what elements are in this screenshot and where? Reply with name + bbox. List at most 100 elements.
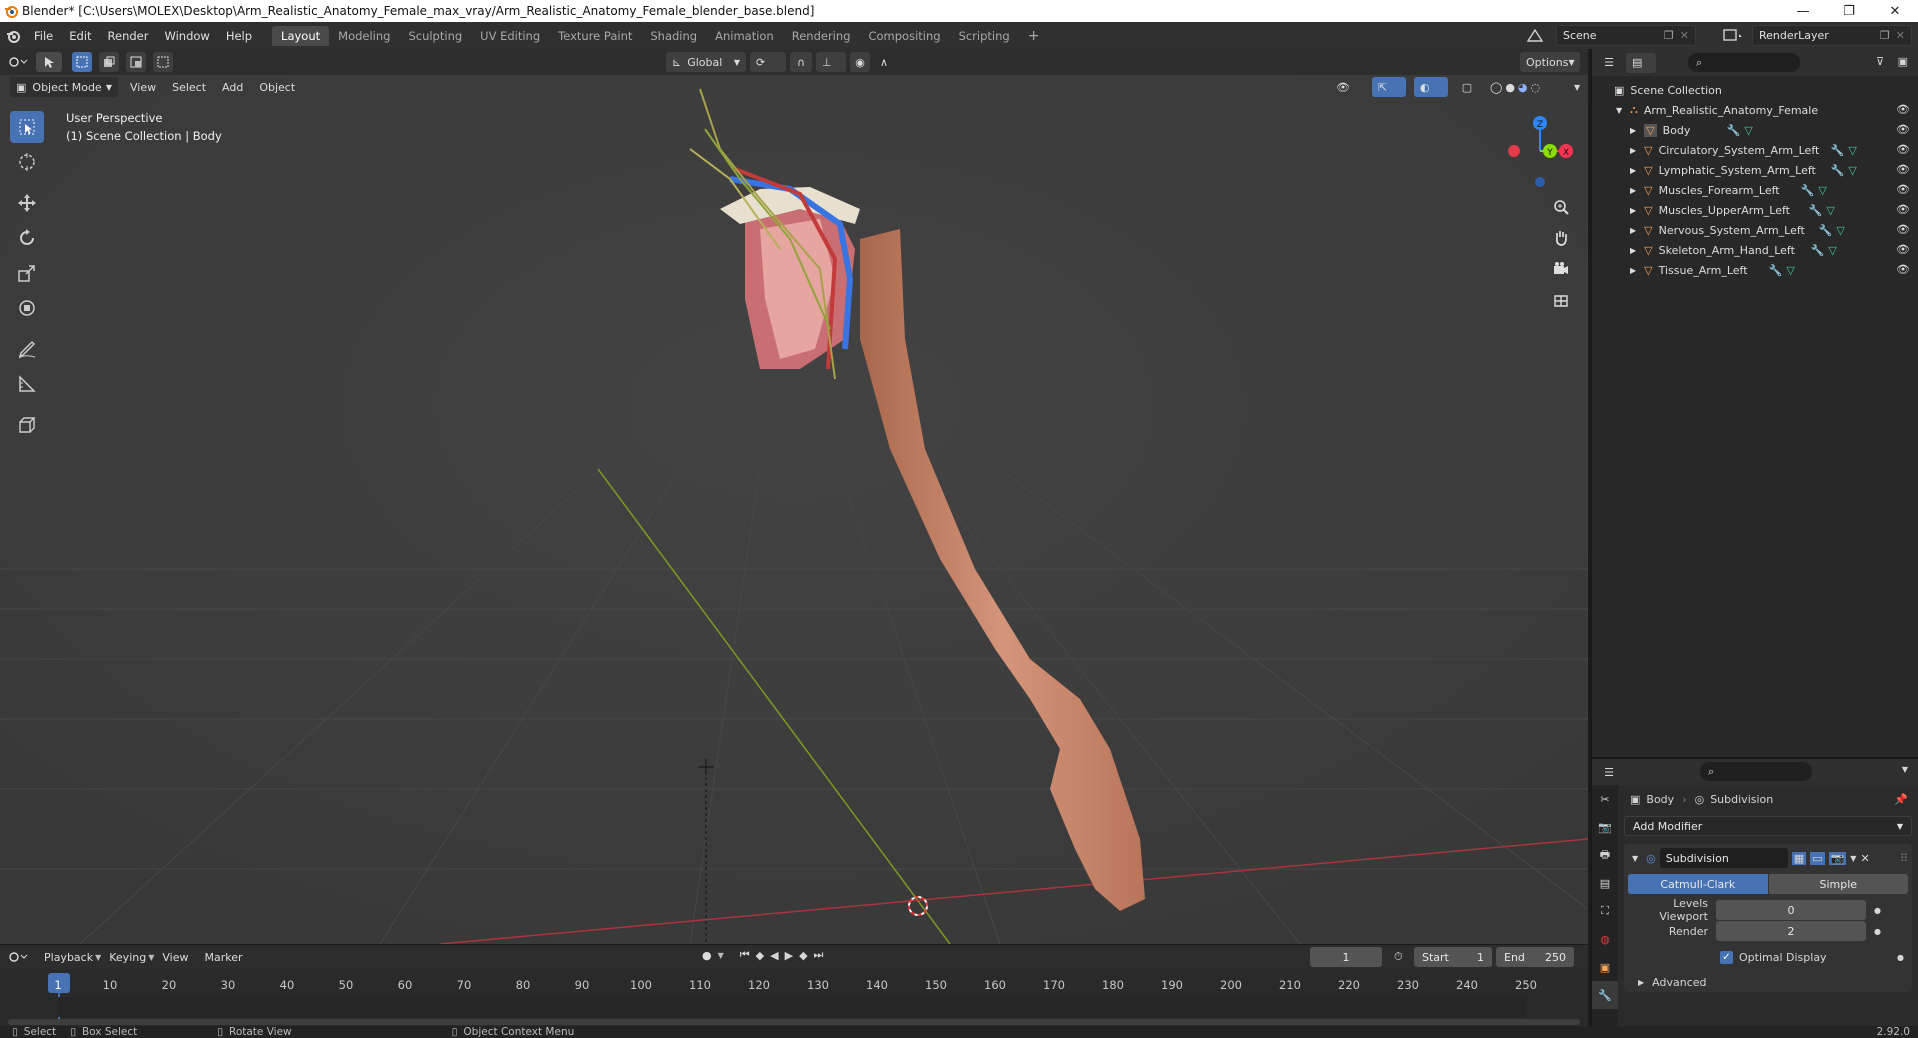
tab-modeling[interactable]: Modeling: [329, 26, 399, 46]
expand-right-icon[interactable]: ▶: [1630, 186, 1636, 195]
auto-keying-icon[interactable]: ●: [702, 949, 712, 962]
menu-help[interactable]: Help: [218, 29, 260, 43]
solid-shading-icon[interactable]: ●: [1505, 81, 1515, 94]
select-tool-icon[interactable]: [10, 111, 44, 143]
optimal-display-checkbox[interactable]: ✓: [1720, 950, 1733, 964]
catmull-clark-button[interactable]: Catmull-Clark: [1628, 874, 1768, 894]
scene-copy-icon[interactable]: ❐: [1664, 29, 1674, 42]
tab-scripting[interactable]: Scripting: [950, 26, 1019, 46]
edit-mode-toggle-icon[interactable]: ▦: [1791, 851, 1807, 865]
modifier-name-field[interactable]: Subdivision: [1659, 848, 1788, 868]
stopwatch-icon[interactable]: ⏱: [1394, 950, 1403, 964]
expand-right-icon[interactable]: ▶: [1630, 146, 1636, 155]
menu-edit[interactable]: Edit: [61, 29, 99, 43]
menu-window[interactable]: Window: [156, 29, 217, 43]
viewport-menu-add[interactable]: Add: [214, 81, 251, 94]
rendered-shading-icon[interactable]: ◌: [1531, 81, 1541, 94]
tab-view-layer-icon[interactable]: ▤: [1592, 869, 1618, 897]
filter-icon[interactable]: ⊽: [1876, 55, 1884, 68]
zoom-icon[interactable]: [1548, 194, 1574, 220]
measure-tool-icon[interactable]: [10, 368, 44, 400]
pivot-point-icon[interactable]: ⟳: [750, 52, 786, 72]
annotate-tool-icon[interactable]: [10, 333, 44, 365]
jump-start-icon[interactable]: ⏮: [740, 948, 750, 962]
view-layer-icon[interactable]: [1722, 27, 1744, 46]
view-layer-remove-icon[interactable]: ✕: [1896, 29, 1905, 42]
tab-texture-paint[interactable]: Texture Paint: [549, 26, 641, 46]
timeline-menu-keying[interactable]: Keying: [101, 951, 154, 964]
outliner-row-object[interactable]: ▶ ▽ Muscles_Forearm_Left 🔧 ▽ 👁: [1592, 180, 1918, 200]
timeline-menu-marker[interactable]: Marker: [196, 951, 250, 964]
transform-orientation-dropdown[interactable]: ⊾ Global ▼: [666, 52, 746, 72]
expand-right-icon[interactable]: ▶: [1630, 246, 1636, 255]
maximize-button[interactable]: ❐: [1826, 0, 1872, 22]
shading-options-chevron-icon[interactable]: ▼: [1574, 83, 1580, 92]
visibility-eye-icon[interactable]: 👁: [1896, 123, 1910, 136]
visibility-eye-icon[interactable]: 👁: [1896, 103, 1910, 116]
expand-right-icon[interactable]: ▶: [1630, 266, 1636, 275]
viewport-menu-object[interactable]: Object: [251, 81, 303, 94]
visibility-eye-icon[interactable]: 👁: [1896, 183, 1910, 196]
advanced-subpanel-header[interactable]: ▶ Advanced: [1628, 973, 1908, 991]
visibility-eye-icon[interactable]: 👁: [1896, 163, 1910, 176]
keyframe-dot-icon[interactable]: ●: [1874, 906, 1881, 915]
viewport-menu-select[interactable]: Select: [164, 81, 214, 94]
drag-handle-icon[interactable]: ⠿: [1900, 852, 1908, 865]
outliner-row-object[interactable]: ▶ ▽ Lymphatic_System_Arm_Left 🔧 ▽ 👁: [1592, 160, 1918, 180]
3d-viewport[interactable]: ⊾ Global ▼ ⟳ ∩ ⊥ ◉ ∧ Options ▼ ▣ Object …: [0, 49, 1588, 944]
jump-keyframe-forward-icon[interactable]: ◆: [799, 949, 807, 962]
keyframe-dot-icon[interactable]: ●: [1897, 953, 1904, 962]
add-cube-tool-icon[interactable]: [10, 409, 44, 441]
outliner-row-scene-collection[interactable]: ▣ Scene Collection: [1592, 80, 1918, 100]
proportional-falloff-icon[interactable]: ∧: [874, 52, 904, 72]
navigation-gizmo[interactable]: Z X Y: [1500, 111, 1580, 191]
close-window-button[interactable]: ✕: [1872, 0, 1918, 22]
outliner-row-object[interactable]: ▶ ▽ Circulatory_System_Arm_Left 🔧 ▽ 👁: [1592, 140, 1918, 160]
tab-rendering[interactable]: Rendering: [783, 26, 860, 46]
tab-render-icon[interactable]: 📷: [1592, 813, 1618, 841]
select-mode-icon[interactable]: [36, 52, 62, 72]
visibility-eye-icon[interactable]: 👁: [1896, 203, 1910, 216]
proportional-editing-icon[interactable]: ◉: [850, 52, 870, 72]
play-icon[interactable]: ▶: [785, 949, 793, 962]
viewport-toggle-icon[interactable]: ▭: [1810, 851, 1825, 865]
tab-layout[interactable]: Layout: [272, 25, 330, 46]
jump-keyframe-back-icon[interactable]: ◆: [756, 949, 764, 962]
tab-output-icon[interactable]: 🖶: [1592, 841, 1618, 869]
expand-down-icon[interactable]: ▼: [1616, 106, 1622, 115]
visibility-eye-icon[interactable]: 👁: [1896, 223, 1910, 236]
tab-shading[interactable]: Shading: [641, 26, 706, 46]
tab-scene-icon[interactable]: ⛶: [1592, 897, 1618, 925]
pin-icon[interactable]: 📌: [1894, 793, 1908, 806]
select-subtract-icon[interactable]: [126, 52, 146, 72]
outliner-row-collection[interactable]: ▼ ⛬ Arm_Realistic_Anatomy_Female 👁: [1592, 100, 1918, 120]
ortho-toggle-icon[interactable]: [1548, 287, 1574, 313]
expand-right-icon[interactable]: ▶: [1630, 206, 1636, 215]
options-dropdown[interactable]: Options ▼: [1520, 52, 1580, 72]
select-extend-icon[interactable]: [99, 52, 119, 72]
minimize-button[interactable]: —: [1780, 0, 1826, 22]
collapse-modifier-icon[interactable]: ▼: [1632, 854, 1638, 863]
new-collection-icon[interactable]: ▣: [1898, 55, 1908, 68]
outliner-row-object[interactable]: ▶ ▽ Skeleton_Arm_Hand_Left 🔧 ▽ 👁: [1592, 240, 1918, 260]
material-shading-icon[interactable]: ◕: [1518, 81, 1528, 94]
levels-viewport-field[interactable]: 0: [1716, 900, 1866, 920]
mode-dropdown[interactable]: ▣ Object Mode ▼: [10, 77, 118, 97]
chevron-down-icon[interactable]: ▼: [1902, 765, 1908, 774]
scale-tool-icon[interactable]: [10, 257, 44, 289]
gizmo-toggle-icon[interactable]: ⇱: [1372, 77, 1406, 97]
overlays-toggle-icon[interactable]: ◐: [1414, 77, 1448, 97]
snap-target-icon[interactable]: ⊥: [816, 52, 846, 72]
xray-toggle-icon[interactable]: ▢: [1456, 77, 1478, 97]
tab-tool-icon[interactable]: ✂: [1592, 785, 1618, 813]
outliner-row-object[interactable]: ▶ ▽ Body 🔧 ▽ 👁: [1592, 120, 1918, 140]
render-levels-field[interactable]: 2: [1716, 921, 1866, 941]
viewport-menu-view[interactable]: View: [122, 81, 164, 94]
menu-file[interactable]: File: [26, 29, 61, 43]
select-new-icon[interactable]: [72, 52, 92, 72]
cursor-tool-icon[interactable]: [10, 146, 44, 178]
snap-icon[interactable]: ∩: [790, 52, 812, 72]
visibility-icon[interactable]: 👁: [1330, 77, 1364, 97]
timeline-track-area[interactable]: [58, 997, 1526, 1017]
simple-button[interactable]: Simple: [1768, 874, 1908, 894]
